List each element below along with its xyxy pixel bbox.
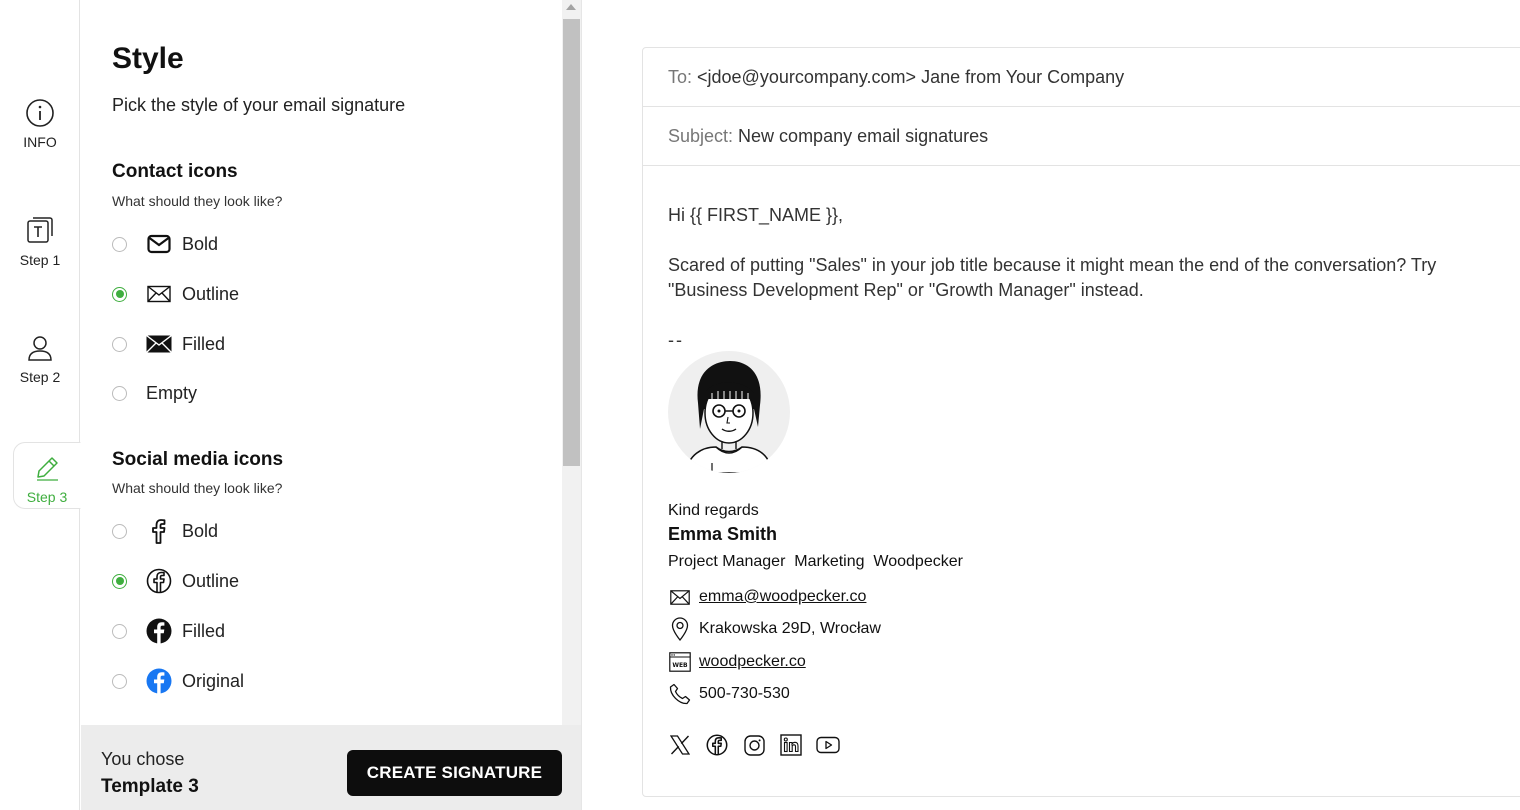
style-panel: Style Pick the style of your email signa…: [81, 0, 562, 725]
scroll-up-arrow-icon[interactable]: [566, 4, 576, 10]
signature-address: Krakowska 29D, Wrocław: [699, 620, 881, 637]
facebook-filled-icon: [146, 618, 172, 644]
avatar: [668, 351, 790, 473]
email-preview: To: <jdoe@yourcompany.com> Jane from You…: [642, 47, 1520, 797]
social-icons-hint: What should they look like?: [112, 480, 283, 496]
option-label: Filled: [182, 333, 226, 354]
chosen-template-value: Template 3: [101, 776, 199, 797]
rail-item-step-3[interactable]: Step 3: [13, 442, 81, 509]
rail-item-label: Step 1: [19, 252, 61, 268]
text-template-icon: [27, 217, 53, 243]
email-subject-row: Subject: New company email signatures: [643, 107, 1520, 166]
option-label: Bold: [182, 520, 219, 541]
rail-item-info[interactable]: INFO: [0, 98, 80, 150]
email-separator: --: [668, 330, 684, 350]
panel-divider: [581, 0, 582, 810]
signature-phone: 500-730-530: [699, 685, 790, 702]
rail-item-step-2[interactable]: Step 2: [0, 333, 80, 385]
email-body-text: Scared of putting "Sales" in your job ti…: [668, 255, 1437, 300]
contact-option-empty[interactable]: Empty: [112, 380, 197, 406]
panel-title: Style: [112, 42, 184, 75]
option-label: Outline: [182, 570, 240, 591]
email-body: Hi {{ FIRST_NAME }}, Scared of putting "…: [668, 203, 1518, 353]
info-icon: [26, 99, 54, 127]
signature: Kind regards Emma Smith Project Manager …: [668, 351, 1168, 756]
option-label: Empty: [146, 382, 198, 403]
social-option-original[interactable]: Original: [112, 668, 244, 694]
radio-button[interactable]: [112, 623, 127, 639]
to-label: To:: [668, 66, 693, 87]
radio-button-selected[interactable]: [112, 573, 127, 589]
create-signature-button[interactable]: CREATE SIGNATURE: [347, 750, 562, 796]
signature-name: Emma Smith: [668, 524, 778, 544]
facebook-icon[interactable]: [705, 733, 729, 757]
chosen-template-label: You chose: [101, 749, 185, 769]
subject-label: Subject:: [668, 125, 734, 146]
contact-icons-title: Contact icons: [112, 161, 238, 182]
radio-button[interactable]: [112, 523, 127, 539]
rail-item-label: Step 3: [26, 489, 68, 505]
x-icon[interactable]: [668, 733, 692, 757]
option-label: Filled: [182, 620, 226, 641]
bottom-bar: You chose Template 3 CREATE SIGNATURE: [81, 725, 581, 810]
radio-button[interactable]: [112, 385, 127, 401]
social-icons-title: Social media icons: [112, 449, 284, 470]
youtube-icon[interactable]: [816, 733, 840, 757]
envelope-icon: [668, 585, 692, 609]
facebook-bold-icon: [146, 518, 172, 544]
social-option-filled[interactable]: Filled: [112, 618, 225, 644]
signature-role: Project Manager Marketing Woodpecker: [668, 553, 963, 570]
envelope-filled-icon: [146, 331, 172, 357]
email-to-row: To: <jdoe@yourcompany.com> Jane from You…: [643, 48, 1520, 107]
scrollbar-thumb[interactable]: [563, 19, 580, 466]
phone-icon: [668, 682, 692, 706]
user-icon: [28, 336, 52, 361]
facebook-original-icon: [146, 668, 172, 694]
radio-button[interactable]: [112, 336, 127, 352]
panel-scrollbar[interactable]: [562, 0, 581, 725]
subject-value: New company email signatures: [738, 125, 989, 146]
pencil-icon: [37, 457, 58, 481]
instagram-icon[interactable]: [742, 733, 766, 757]
option-label: Bold: [182, 233, 219, 254]
to-value: <jdoe@yourcompany.com> Jane from Your Co…: [697, 66, 1125, 87]
panel-subtitle: Pick the style of your email signature: [112, 95, 406, 115]
svg-text:WEB: WEB: [672, 662, 688, 669]
signature-phone-row: 500-730-530: [668, 682, 790, 706]
facebook-outline-icon: [146, 568, 172, 594]
contact-option-bold[interactable]: Bold: [112, 231, 218, 257]
radio-button-selected[interactable]: [112, 286, 127, 302]
signature-website-row: WEB woodpecker.co: [668, 650, 806, 674]
social-option-bold[interactable]: Bold: [112, 518, 218, 544]
envelope-outline-icon: [146, 281, 172, 307]
signature-email-link[interactable]: emma@woodpecker.co: [699, 588, 866, 606]
step-rail: INFO Step 1 Step 2 Step 3: [0, 0, 81, 810]
contact-option-filled[interactable]: Filled: [112, 331, 225, 357]
option-label: Original: [182, 670, 245, 691]
location-pin-icon: [668, 617, 692, 641]
option-label: Outline: [182, 283, 240, 304]
contact-option-outline[interactable]: Outline: [112, 281, 239, 307]
contact-icons-hint: What should they look like?: [112, 193, 283, 209]
signature-website-link[interactable]: woodpecker.co: [699, 653, 806, 671]
linkedin-icon[interactable]: [779, 733, 803, 757]
rail-item-label: Step 2: [19, 369, 61, 385]
radio-button[interactable]: [112, 236, 127, 252]
radio-button[interactable]: [112, 673, 127, 689]
signature-address-row: Krakowska 29D, Wrocław: [668, 617, 881, 641]
signature-regards: Kind regards: [668, 502, 759, 519]
social-option-outline[interactable]: Outline: [112, 568, 239, 594]
signature-email-row: emma@woodpecker.co: [668, 585, 866, 609]
rail-item-step-1[interactable]: Step 1: [0, 214, 80, 268]
web-icon: WEB: [668, 650, 692, 674]
email-greeting: Hi {{ FIRST_NAME }},: [668, 205, 844, 225]
envelope-bold-icon: [146, 231, 172, 257]
signature-socials: [668, 733, 853, 757]
rail-item-label: INFO: [23, 134, 57, 150]
